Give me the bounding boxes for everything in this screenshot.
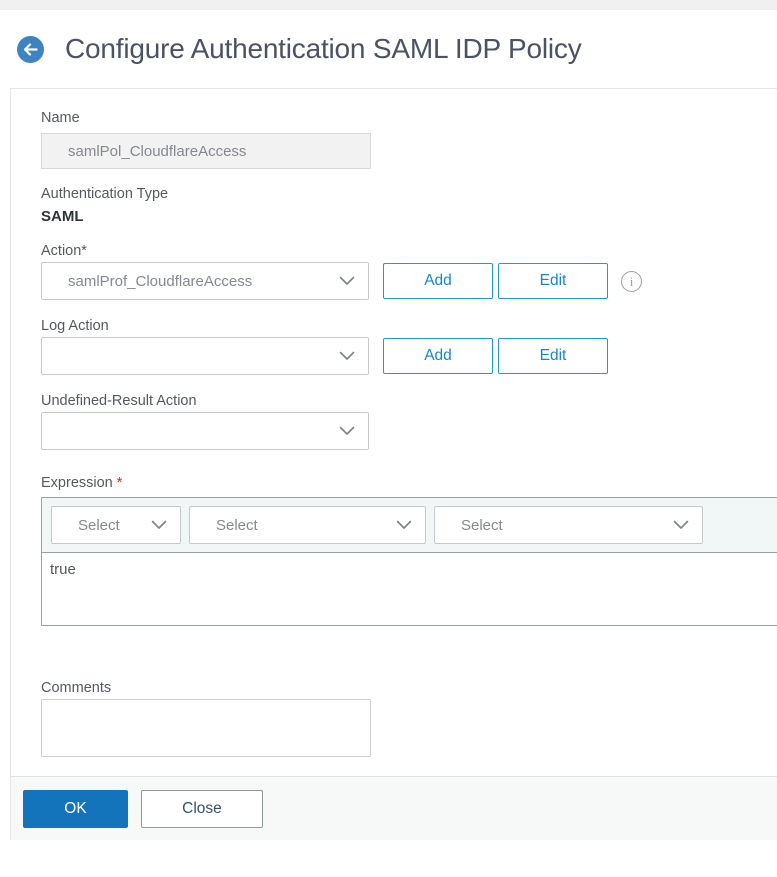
- undefined-result-action-label: Undefined-Result Action: [41, 393, 197, 409]
- undefined-result-action-select[interactable]: [41, 412, 369, 450]
- info-icon[interactable]: i: [621, 270, 642, 292]
- back-button[interactable]: [17, 35, 44, 63]
- expression-input[interactable]: true: [42, 553, 777, 625]
- expression-label-text: Expression: [41, 475, 113, 491]
- expression-select-1-value: Select: [78, 516, 120, 534]
- action-edit-button[interactable]: Edit: [498, 263, 608, 299]
- footer-bar: OK Close: [10, 776, 777, 840]
- action-add-button[interactable]: Add: [383, 263, 493, 299]
- top-strip: [0, 0, 777, 10]
- auth-type-label: Authentication Type: [41, 186, 169, 202]
- name-label: Name: [41, 110, 80, 126]
- chevron-down-icon: [339, 276, 355, 285]
- log-action-add-button[interactable]: Add: [383, 338, 493, 374]
- log-action-label: Log Action: [41, 318, 109, 334]
- expression-toolbar: Select Select Select: [42, 498, 777, 553]
- action-label: Action*: [41, 243, 87, 259]
- comments-input[interactable]: [41, 699, 371, 757]
- close-button[interactable]: Close: [141, 789, 263, 828]
- page-title: Configure Authentication SAML IDP Policy: [65, 33, 582, 64]
- chevron-down-icon: [151, 520, 167, 529]
- expression-select-2[interactable]: Select: [189, 506, 426, 544]
- log-action-select[interactable]: [41, 337, 369, 375]
- chevron-down-icon: [339, 426, 355, 435]
- auth-type-value: SAML: [41, 208, 84, 225]
- comments-label: Comments: [41, 680, 112, 696]
- required-asterisk: *: [116, 475, 123, 491]
- arrow-left-icon: [23, 42, 38, 56]
- action-select-value: samlProf_CloudflareAccess: [68, 272, 253, 290]
- expression-select-3-value: Select: [461, 516, 503, 534]
- page-header: Configure Authentication SAML IDP Policy: [0, 10, 777, 88]
- expression-select-1[interactable]: Select: [51, 506, 181, 544]
- expression-editor: Select Select Select true: [41, 497, 777, 626]
- chevron-down-icon: [339, 351, 355, 360]
- expression-label: Expression *: [41, 474, 777, 492]
- chevron-down-icon: [673, 520, 689, 529]
- ok-button[interactable]: OK: [23, 789, 128, 828]
- action-select[interactable]: samlProf_CloudflareAccess: [41, 262, 369, 300]
- chevron-down-icon: [396, 520, 412, 529]
- log-action-edit-button[interactable]: Edit: [498, 338, 608, 374]
- name-input[interactable]: [41, 133, 371, 169]
- expression-select-3[interactable]: Select: [434, 506, 703, 544]
- expression-select-2-value: Select: [216, 516, 258, 534]
- form-panel: Name Authentication Type SAML Action* sa…: [10, 88, 777, 776]
